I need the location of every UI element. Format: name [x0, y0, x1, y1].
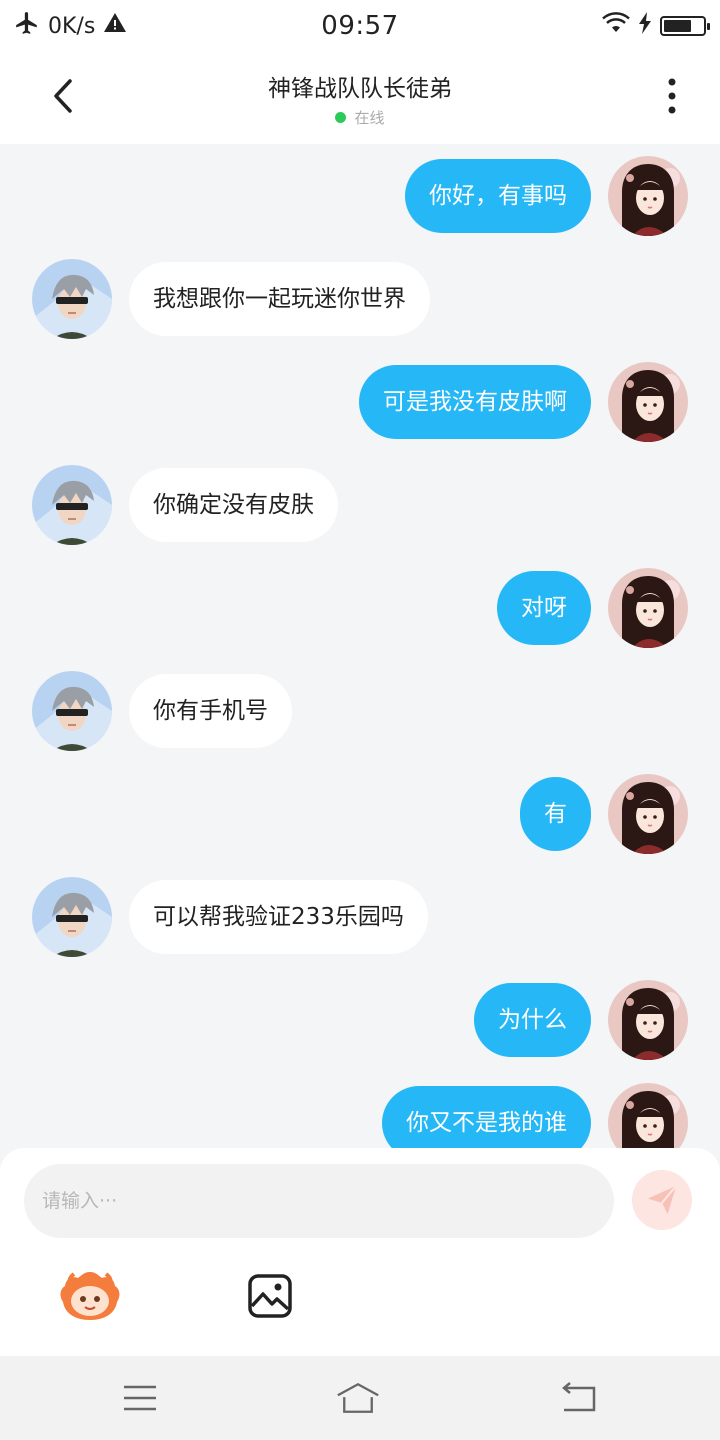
system-nav-bar — [0, 1356, 720, 1440]
net-speed: 0K/s — [48, 13, 96, 39]
home-icon — [337, 1382, 379, 1413]
battery-icon — [660, 16, 710, 36]
menu-icon — [124, 1385, 156, 1411]
my-avatar[interactable] — [608, 1083, 688, 1150]
online-dot — [335, 111, 347, 123]
online-label: 在线 — [354, 108, 385, 127]
airplane-icon — [14, 10, 40, 42]
chat-header: 神锋战队队长徒弟 在线 — [0, 52, 720, 144]
more-button[interactable] — [648, 72, 696, 120]
charging-icon — [638, 12, 652, 40]
message-sent: 你好，有事吗 — [0, 156, 720, 236]
status-bar: 0K/s 09:57 — [0, 0, 720, 52]
message-received: 我想跟你一起玩迷你世界 — [0, 259, 720, 339]
contact-name: 神锋战队队长徒弟 — [268, 75, 452, 102]
message-sent: 有 — [0, 774, 720, 854]
clock: 09:57 — [321, 11, 399, 41]
send-button[interactable] — [632, 1170, 692, 1230]
message-sent: 你又不是我的谁 — [0, 1083, 720, 1150]
status-right — [506, 12, 710, 40]
message-bubble[interactable]: 你好，有事吗 — [405, 159, 591, 233]
message-bubble[interactable]: 为什么 — [474, 983, 591, 1057]
back-arrow-icon — [54, 79, 72, 113]
status-left: 0K/s — [14, 10, 214, 42]
message-bubble[interactable]: 我想跟你一起玩迷你世界 — [129, 262, 430, 336]
back-nav-button[interactable] — [556, 1378, 600, 1418]
chat-screen: 0K/s 09:57 神锋战队队长徒弟 在线 你好，有事吗 我想跟你一起玩迷你世… — [0, 0, 720, 1440]
message-received: 可以帮我验证233乐园吗 — [0, 877, 720, 957]
more-vertical-icon — [668, 78, 676, 114]
message-sent: 可是我没有皮肤啊 — [0, 362, 720, 442]
message-received: 你有手机号 — [0, 671, 720, 751]
wifi-icon — [602, 12, 630, 40]
my-avatar[interactable] — [608, 774, 688, 854]
back-button[interactable] — [40, 72, 88, 120]
send-icon — [647, 1185, 677, 1215]
message-bubble[interactable]: 有 — [520, 777, 591, 851]
my-avatar[interactable] — [608, 156, 688, 236]
message-list[interactable]: 你好，有事吗 我想跟你一起玩迷你世界 可是我没有皮肤啊 你确定没有皮肤 对呀 你… — [0, 144, 720, 1150]
message-bubble[interactable]: 你确定没有皮肤 — [129, 468, 338, 542]
emoji-sticker-button[interactable] — [58, 1268, 122, 1324]
message-input[interactable]: 请输入··· — [24, 1164, 614, 1238]
contact-avatar[interactable] — [32, 877, 112, 957]
online-status: 在线 — [335, 107, 385, 128]
title-block: 神锋战队队长徒弟 在线 — [268, 69, 452, 128]
contact-avatar[interactable] — [32, 259, 112, 339]
image-icon — [248, 1274, 292, 1318]
emoji-sticker-icon — [60, 1272, 120, 1320]
message-bubble[interactable]: 你有手机号 — [129, 674, 292, 748]
image-button[interactable] — [246, 1272, 294, 1320]
my-avatar[interactable] — [608, 980, 688, 1060]
message-received: 你确定没有皮肤 — [0, 465, 720, 545]
input-panel: 请输入··· — [0, 1148, 720, 1356]
my-avatar[interactable] — [608, 568, 688, 648]
message-sent: 为什么 — [0, 980, 720, 1060]
battery-level — [664, 20, 691, 32]
message-bubble[interactable]: 可是我没有皮肤啊 — [359, 365, 591, 439]
message-bubble[interactable]: 你又不是我的谁 — [382, 1086, 591, 1150]
message-bubble[interactable]: 对呀 — [497, 571, 591, 645]
message-sent: 对呀 — [0, 568, 720, 648]
contact-avatar[interactable] — [32, 671, 112, 751]
warning-icon — [103, 11, 127, 41]
contact-avatar[interactable] — [32, 465, 112, 545]
back-icon — [562, 1382, 596, 1412]
home-button[interactable] — [336, 1378, 380, 1418]
my-avatar[interactable] — [608, 362, 688, 442]
message-bubble[interactable]: 可以帮我验证233乐园吗 — [129, 880, 428, 954]
menu-button[interactable] — [118, 1378, 162, 1418]
